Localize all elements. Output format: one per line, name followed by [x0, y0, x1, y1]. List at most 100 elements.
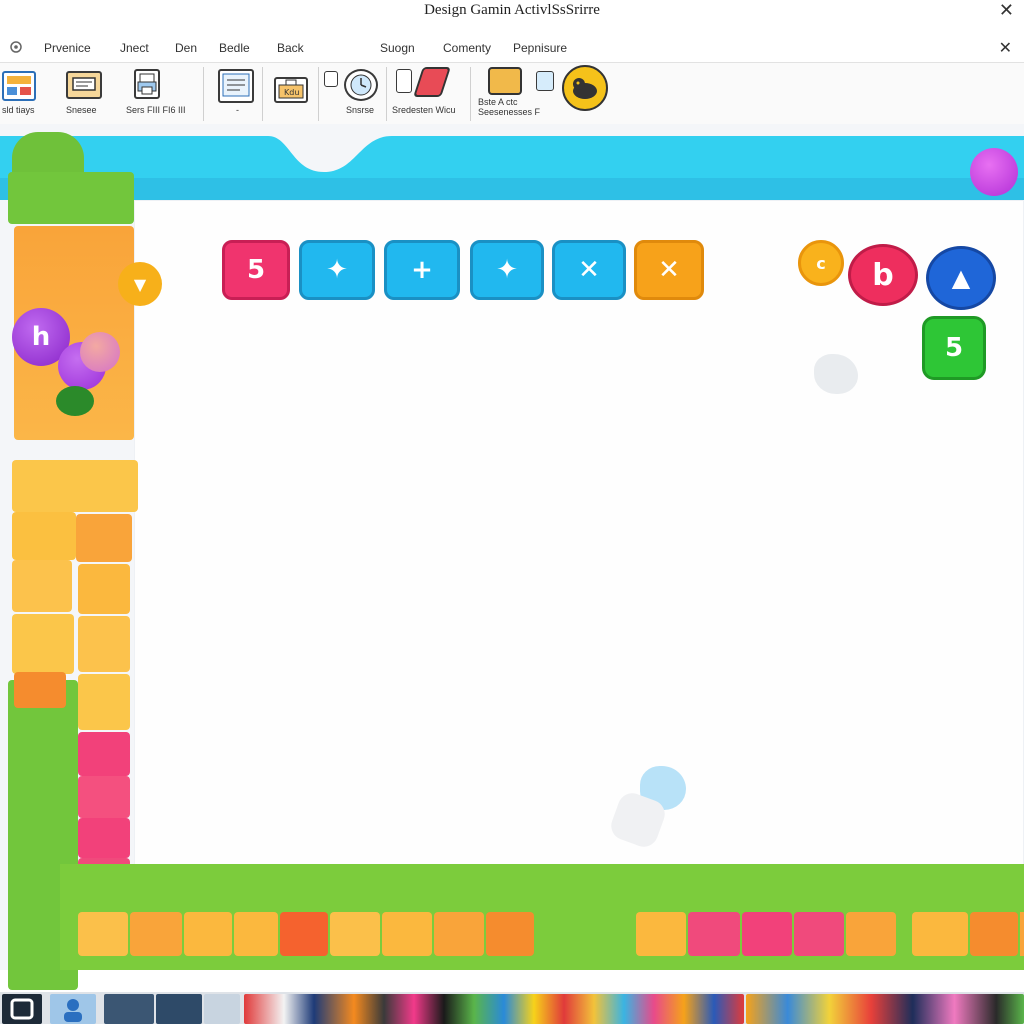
window-icon[interactable]	[66, 71, 102, 99]
floor-tile	[486, 912, 534, 956]
floor-tile	[742, 912, 792, 956]
yellow-coin-icon[interactable]: ▼	[118, 262, 162, 306]
sparkle-icon: ✦	[326, 255, 348, 285]
cards-icon[interactable]	[396, 69, 412, 93]
ribbon-label: Sers FIII FI6 III	[126, 105, 186, 115]
floor-tile	[1020, 912, 1024, 956]
rubber-duck-icon[interactable]	[562, 65, 608, 111]
action-button-x[interactable]: ✕	[552, 240, 626, 300]
taskbar	[0, 992, 1024, 1024]
orange-block	[76, 514, 132, 562]
ribbon-toolbar: sld tiays Snesee Sers FIII FI6 III - Kdu	[0, 62, 1024, 126]
floor-tile	[794, 912, 844, 956]
yellow-block	[12, 512, 76, 560]
floor-tile	[688, 912, 740, 956]
camera-icon[interactable]	[324, 71, 338, 87]
menu-item-bedle[interactable]: Bedle	[219, 41, 250, 55]
red-round-badge[interactable]: b	[848, 244, 918, 306]
printer-icon[interactable]	[134, 69, 160, 99]
document-icon[interactable]	[218, 69, 254, 103]
ribbon-label: Snesee	[66, 105, 97, 115]
top-band	[0, 130, 1024, 200]
menu-item-prvenice[interactable]: Prvenice	[44, 41, 91, 55]
user-icon[interactable]	[50, 994, 96, 1024]
action-button-x-orange[interactable]: ✕	[634, 240, 704, 300]
floor-tile	[434, 912, 484, 956]
floor-tile	[382, 912, 432, 956]
floor-tile	[330, 912, 380, 956]
ribbon-group: -	[212, 63, 262, 125]
floor-tile	[234, 912, 278, 956]
browser-icon[interactable]	[156, 994, 202, 1024]
floor-tile	[130, 912, 182, 956]
floor-tile	[280, 912, 328, 956]
floor-tile	[846, 912, 896, 956]
app-icon[interactable]	[9, 40, 23, 54]
green-block	[8, 172, 134, 224]
ribbon-group: sld tiays	[0, 63, 46, 125]
action-button-plus[interactable]: +	[384, 240, 460, 300]
yellow-block	[78, 564, 130, 614]
menu-item-den[interactable]: Den	[175, 41, 197, 55]
ribbon-label: Bste A ctc Seesenesses F	[478, 97, 541, 117]
window-titlebar: Design Gamin ActivlSsSrirre ✕	[0, 0, 1024, 30]
game-canvas[interactable]: ▼ h 5 ✦ + ✦ ✕ ✕ c b ▲ 5	[0, 124, 1024, 990]
ribbon-separator	[318, 67, 319, 121]
start-icon[interactable]	[2, 994, 42, 1024]
ribbon-label: sld tiays	[2, 105, 35, 115]
green-ball[interactable]	[56, 386, 94, 416]
menu-item-comenty[interactable]: Comenty	[443, 41, 491, 55]
badge-glyph: 5	[944, 333, 964, 363]
floor-tile	[912, 912, 968, 956]
window-title: Design Gamin ActivlSsSrirre	[424, 2, 600, 18]
menu-item-pepnisure[interactable]: Pepnisure	[513, 41, 567, 55]
close-icon[interactable]: ✕	[999, 0, 1014, 21]
yellow-block	[78, 616, 130, 672]
button-glyph: 5	[246, 255, 266, 285]
pen-icon[interactable]	[536, 71, 554, 91]
floor-tile	[970, 912, 1018, 956]
close-icon: ✕	[658, 255, 680, 285]
file-icon[interactable]	[204, 994, 240, 1024]
blue-round-badge[interactable]: ▲	[926, 246, 996, 310]
plus-icon: +	[411, 255, 433, 285]
action-button-sparkle-2[interactable]: ✦	[470, 240, 544, 300]
stack-icon[interactable]	[488, 67, 522, 95]
floor-tile	[78, 912, 128, 956]
yellow-block	[78, 674, 130, 730]
ribbon-group: Kdu	[270, 63, 316, 125]
gallery-icon[interactable]	[746, 994, 1024, 1024]
pink-ball[interactable]	[80, 332, 120, 372]
ribbon-label: Sredesten Wicu	[392, 105, 456, 115]
green-square-badge[interactable]: 5	[922, 316, 986, 380]
map-icon[interactable]	[104, 994, 154, 1024]
menu-item-suogn[interactable]: Suogn	[380, 41, 415, 55]
menu-item-back[interactable]: Back	[277, 41, 304, 55]
ribbon-group: Sredesten Wicu	[390, 63, 468, 125]
small-coin-badge[interactable]: c	[798, 240, 844, 286]
ribbon-label: Snsrse	[346, 105, 375, 115]
brush-icon[interactable]	[413, 67, 451, 97]
cloud-decoration	[814, 354, 858, 394]
template-icon[interactable]	[2, 71, 36, 101]
sparkle-icon: ✦	[496, 255, 518, 285]
ribbon-separator	[203, 67, 204, 121]
close-icon: ✕	[578, 255, 600, 285]
ribbon-group: Bste A ctc Seesenesses F	[474, 63, 610, 125]
action-button-sparkle[interactable]: ✦	[299, 240, 375, 300]
briefcase-icon[interactable]: Kdu	[274, 77, 308, 103]
yellow-block	[12, 614, 74, 674]
pink-block	[78, 776, 130, 818]
pink-block	[78, 732, 130, 776]
menu-item-jnect[interactable]: Jnect	[120, 41, 149, 55]
ribbon-group: Snsrse	[322, 63, 384, 125]
alarm-icon[interactable]	[344, 69, 378, 101]
action-button-5[interactable]: 5	[222, 240, 290, 300]
yellow-block	[12, 460, 138, 512]
close-icon[interactable]: ✕	[999, 38, 1012, 58]
purple-orb-button[interactable]	[970, 148, 1018, 196]
floor-tile	[184, 912, 232, 956]
media-icon[interactable]	[244, 994, 744, 1024]
ribbon-separator	[262, 67, 263, 121]
ribbon-group: Snesee	[56, 63, 116, 125]
